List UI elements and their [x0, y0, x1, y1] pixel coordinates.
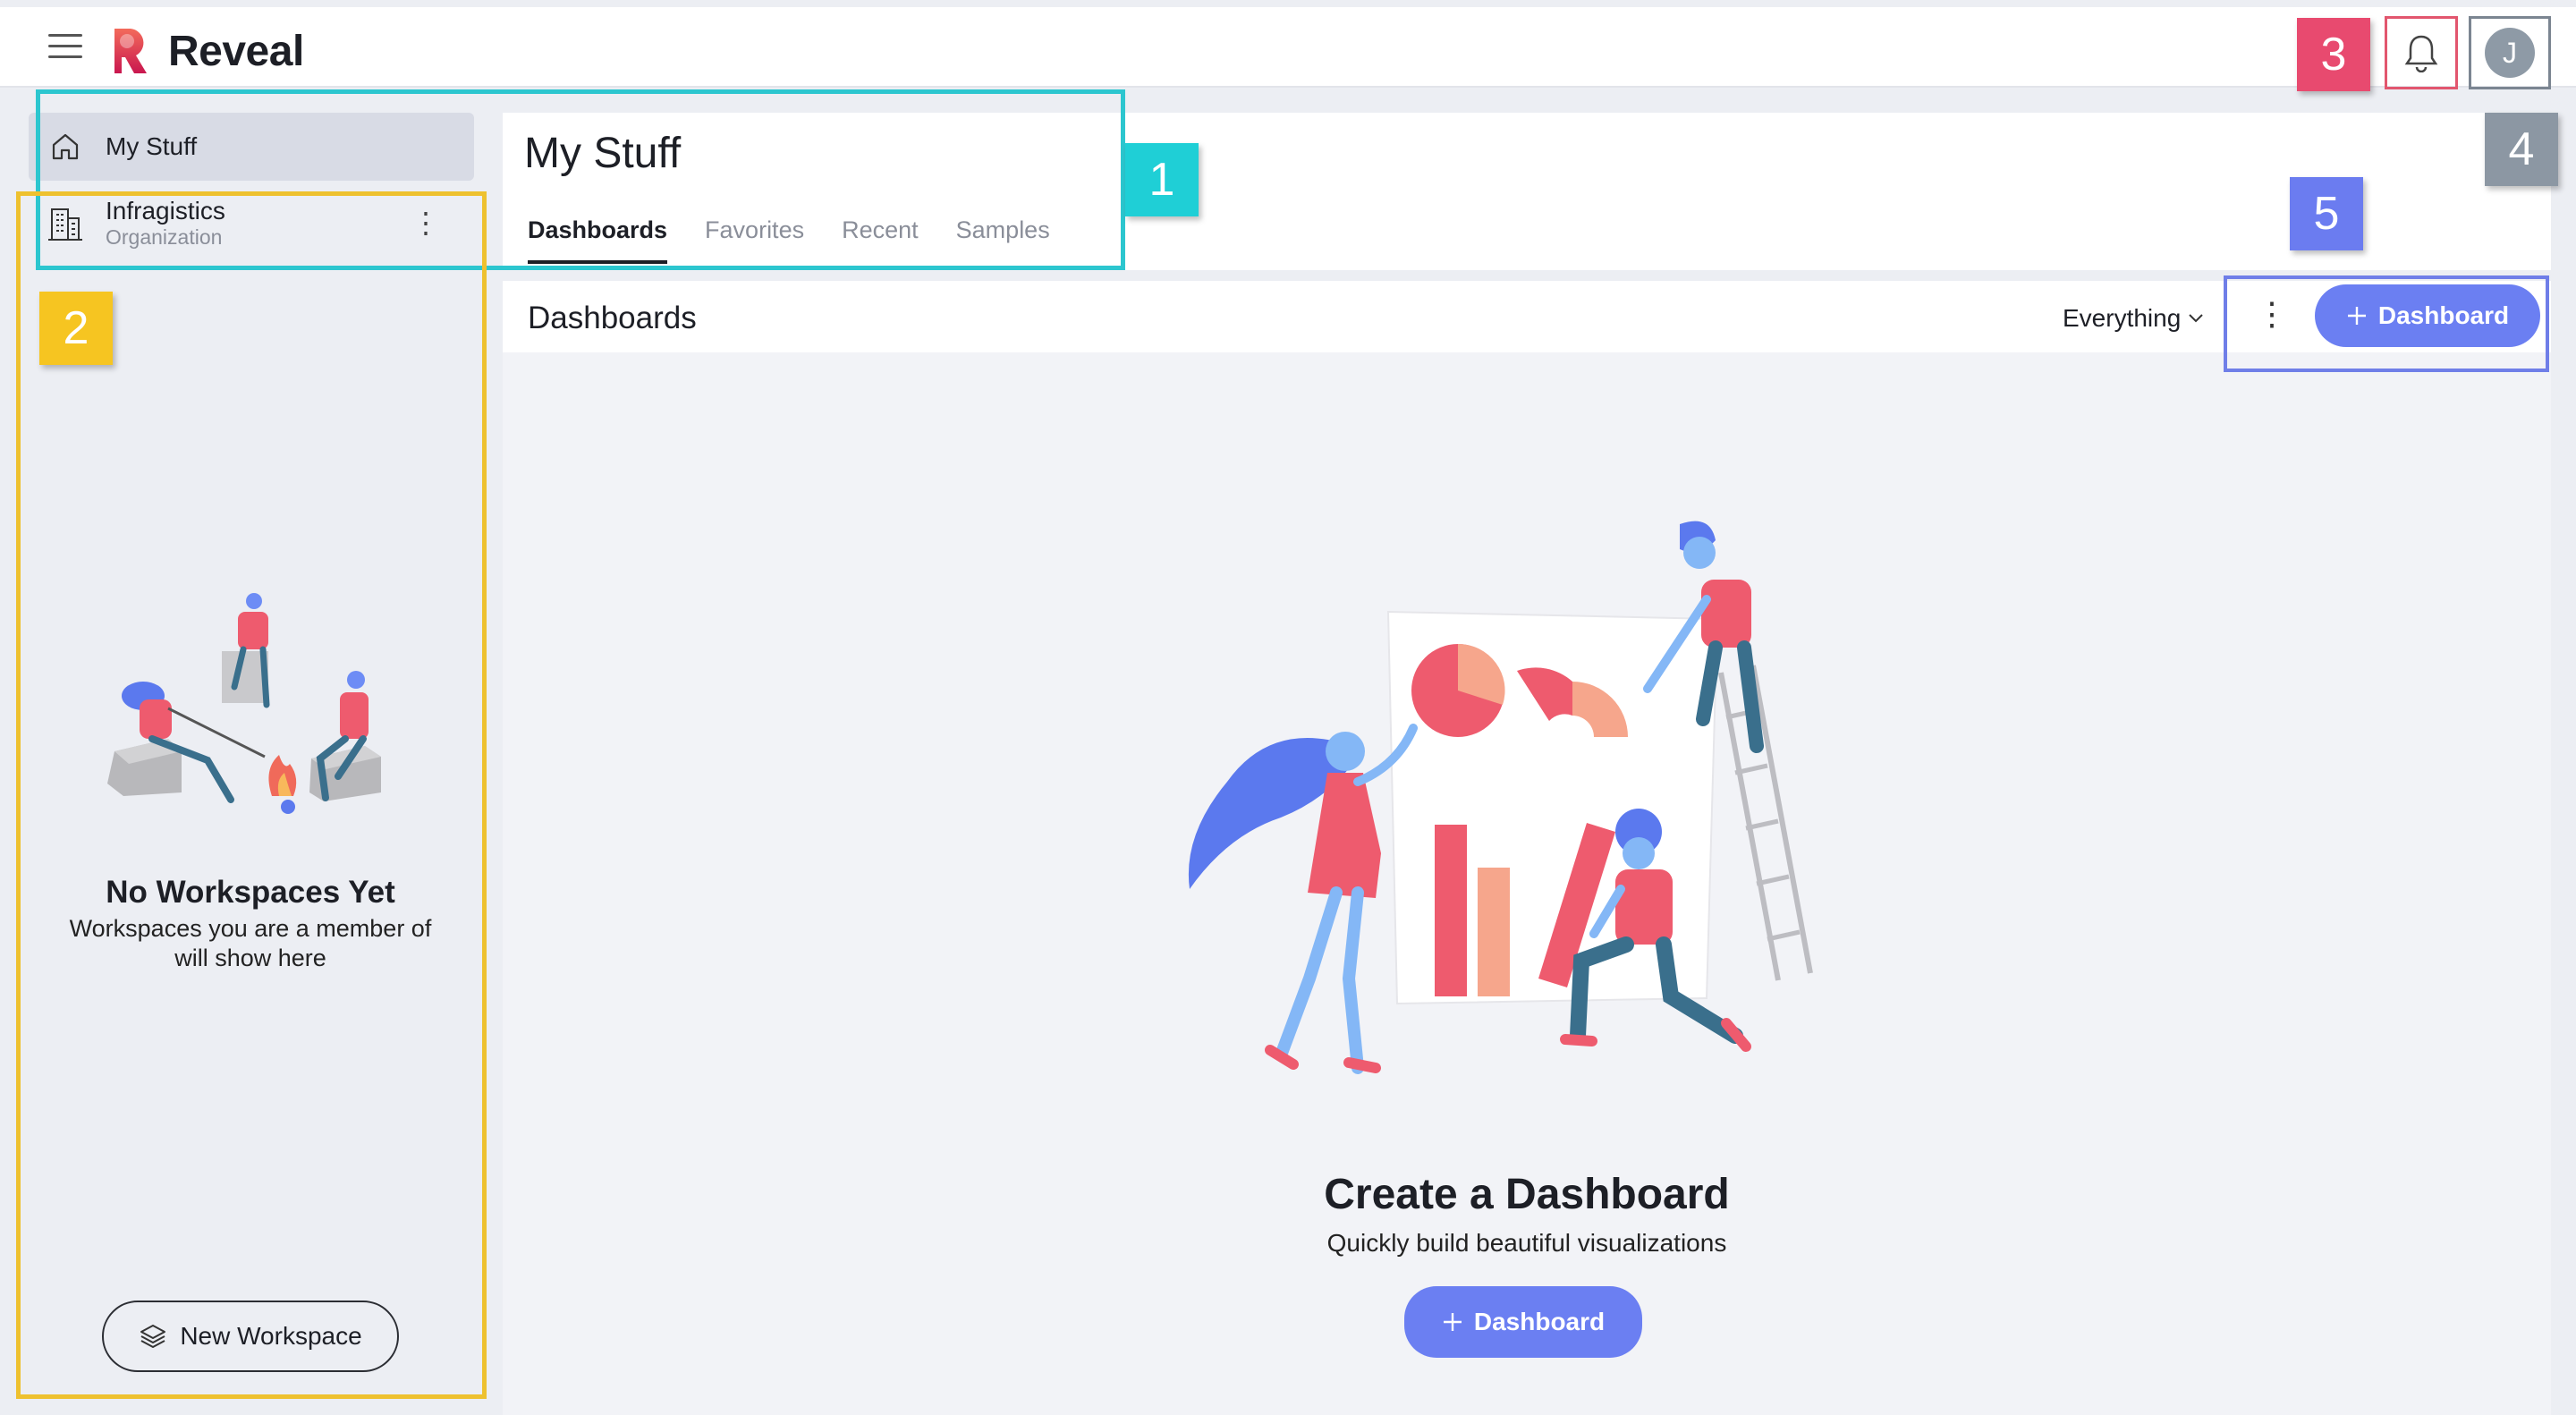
building-icon [48, 208, 82, 241]
sidebar-item-label: My Stuff [106, 132, 198, 160]
empty-workspaces-title: No Workspaces Yet [106, 875, 395, 910]
callout-badge-5: 5 [2290, 177, 2363, 250]
plus-icon [2347, 307, 2366, 325]
page-header: My Stuff Dashboards Favorites Recent Sam… [503, 113, 2551, 270]
filter-dropdown[interactable]: Everything [2063, 304, 2204, 333]
tab-samples[interactable]: Samples [956, 216, 1050, 264]
menu-icon[interactable] [48, 34, 82, 61]
kebab-icon[interactable]: ⋮ [2256, 295, 2288, 333]
kebab-icon[interactable]: ⋮ [411, 206, 440, 240]
page-title: My Stuff [524, 130, 682, 177]
user-menu-button[interactable]: J [2469, 16, 2551, 89]
tab-favorites[interactable]: Favorites [705, 216, 804, 264]
empty-workspaces-desc: Workspaces you are a member of will show… [69, 915, 432, 971]
section-title: Dashboards [528, 301, 697, 335]
org-name: Infragistics [106, 197, 225, 225]
chevron-down-icon [2189, 314, 2204, 323]
dashboards-content: Create a Dashboard Quickly build beautif… [503, 352, 2551, 1415]
bell-icon [2404, 35, 2438, 72]
campfire-illustration [107, 593, 381, 814]
org-type: Organization [106, 225, 223, 249]
add-dashboard-button[interactable]: Dashboard [2315, 284, 2540, 347]
create-dashboard-button[interactable]: Dashboard [1404, 1286, 1642, 1358]
sidebar-item-my-stuff[interactable]: My Stuff [29, 113, 474, 181]
new-workspace-label: New Workspace [180, 1322, 362, 1350]
reveal-logo-icon [114, 29, 147, 73]
tab-dashboards[interactable]: Dashboards [528, 216, 668, 264]
create-dashboard-label: Dashboard [1473, 1308, 1606, 1335]
tab-recent[interactable]: Recent [842, 216, 919, 264]
top-bar: Reveal [0, 7, 2576, 88]
callout-badge-4: 4 [2485, 113, 2558, 186]
callout-badge-3: 3 [2297, 18, 2370, 91]
sidebar-item-organization[interactable]: Infragistics Organization ⋮ [36, 195, 456, 258]
filter-value: Everything [2063, 304, 2182, 332]
empty-state-desc: Quickly build beautiful visualizations [1326, 1229, 1727, 1257]
empty-state-title: Create a Dashboard [1324, 1171, 1730, 1218]
tab-bar: Dashboards Favorites Recent Samples [528, 216, 1050, 264]
new-workspace-button[interactable]: New Workspace [102, 1301, 399, 1372]
avatar: J [2485, 28, 2535, 78]
dashboards-toolbar: Dashboards Everything ⋮ Dashboard [503, 281, 2551, 352]
layers-icon [140, 1325, 166, 1348]
plus-icon [1443, 1313, 1462, 1331]
home-icon [52, 133, 79, 160]
app-name: Reveal [168, 28, 304, 75]
dashboard-illustration [1188, 521, 1813, 1074]
notifications-button[interactable] [2385, 16, 2458, 89]
add-dashboard-label: Dashboard [2377, 301, 2510, 329]
callout-badge-1: 1 [1125, 143, 1199, 216]
callout-badge-2: 2 [39, 292, 113, 365]
